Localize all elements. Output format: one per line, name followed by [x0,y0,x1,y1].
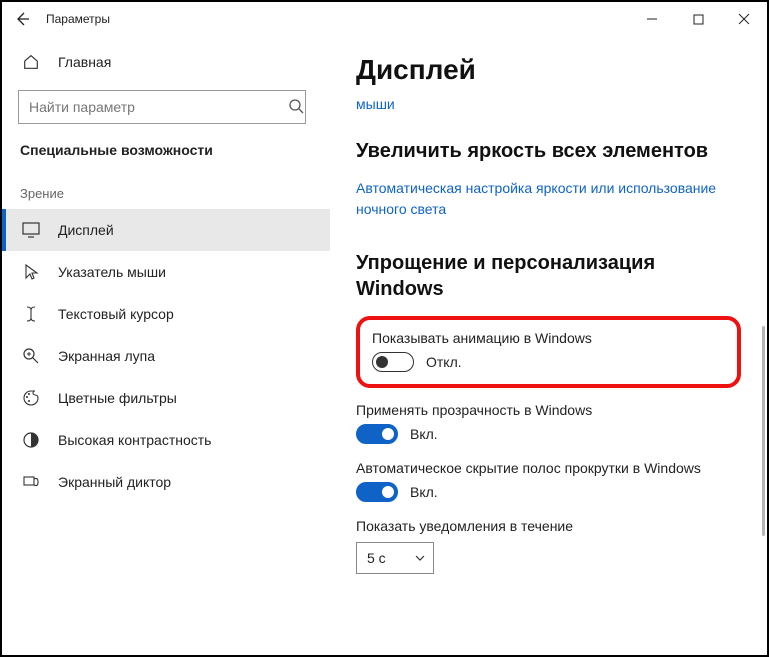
nav-label: Текстовый курсор [58,306,174,322]
nav-display[interactable]: Дисплей [2,209,330,251]
magnifier-icon [20,347,42,365]
nav-label: Высокая контрастность [58,432,211,448]
chevron-down-icon [415,555,425,561]
nav-label: Экранный диктор [58,474,171,490]
sidebar: Главная Специальные возможности Зрение Д… [2,36,330,655]
setting-scrollbar-label: Автоматическое скрытие полос прокрутки в… [356,460,741,476]
group-vision-label: Зрение [2,182,330,209]
minimize-button[interactable] [629,2,675,36]
toggle-scrollbar-state: Вкл. [410,484,438,500]
nav-magnifier[interactable]: Экранная лупа [2,335,330,377]
toggle-transparency-state: Вкл. [410,426,438,442]
dropdown-value: 5 с [367,550,386,566]
settings-window: Параметры Главная [0,0,769,657]
nav-label: Цветные фильтры [58,390,177,406]
titlebar: Параметры [2,2,767,36]
toggle-animations-state: Откл. [426,354,462,370]
nav-text-cursor[interactable]: Текстовый курсор [2,293,330,335]
nav-label: Указатель мыши [58,264,166,280]
maximize-button[interactable] [675,2,721,36]
cursor-icon [20,263,42,281]
narrator-icon [20,473,42,491]
setting-notifications-label: Показать уведомления в течение [356,518,741,534]
nav-color-filters[interactable]: Цветные фильтры [2,377,330,419]
highlight-callout: Показывать анимацию в Windows Откл. [356,316,741,388]
toggle-transparency[interactable] [356,424,398,444]
truncated-link[interactable]: мыши [356,96,741,112]
toggle-scrollbar[interactable] [356,482,398,502]
search-box[interactable] [18,90,314,124]
page-title: Дисплей [356,54,741,86]
scrollbar[interactable] [762,326,765,536]
text-cursor-icon [20,305,42,323]
home-link[interactable]: Главная [2,42,330,82]
toggle-animations[interactable] [372,352,414,372]
home-icon [20,53,42,71]
search-icon [288,98,304,114]
search-input[interactable] [18,90,306,124]
setting-transparency-label: Применять прозрачность в Windows [356,402,741,418]
nav-narrator[interactable]: Экранный диктор [2,461,330,503]
nav-high-contrast[interactable]: Высокая контрастность [2,419,330,461]
back-button[interactable] [8,5,36,33]
palette-icon [20,389,42,407]
section-simplify-title: Упрощение и персонализация Windows [356,250,741,302]
contrast-icon [20,431,42,449]
content-pane: Дисплей мыши Увеличить яркость всех элем… [330,36,767,655]
notification-duration-dropdown[interactable]: 5 с [356,542,434,574]
nav-label: Экранная лупа [58,348,155,364]
nav-label: Дисплей [58,222,114,238]
category-header: Специальные возможности [2,138,330,182]
setting-animations-label: Показывать анимацию в Windows [372,330,725,346]
close-button[interactable] [721,2,767,36]
brightness-link[interactable]: Автоматическая настройка яркости или исп… [356,178,741,220]
window-controls [629,2,767,36]
window-title: Параметры [46,12,110,26]
nav-mouse-pointer[interactable]: Указатель мыши [2,251,330,293]
home-label: Главная [58,54,111,70]
section-brightness-title: Увеличить яркость всех элементов [356,138,741,164]
monitor-icon [20,222,42,238]
